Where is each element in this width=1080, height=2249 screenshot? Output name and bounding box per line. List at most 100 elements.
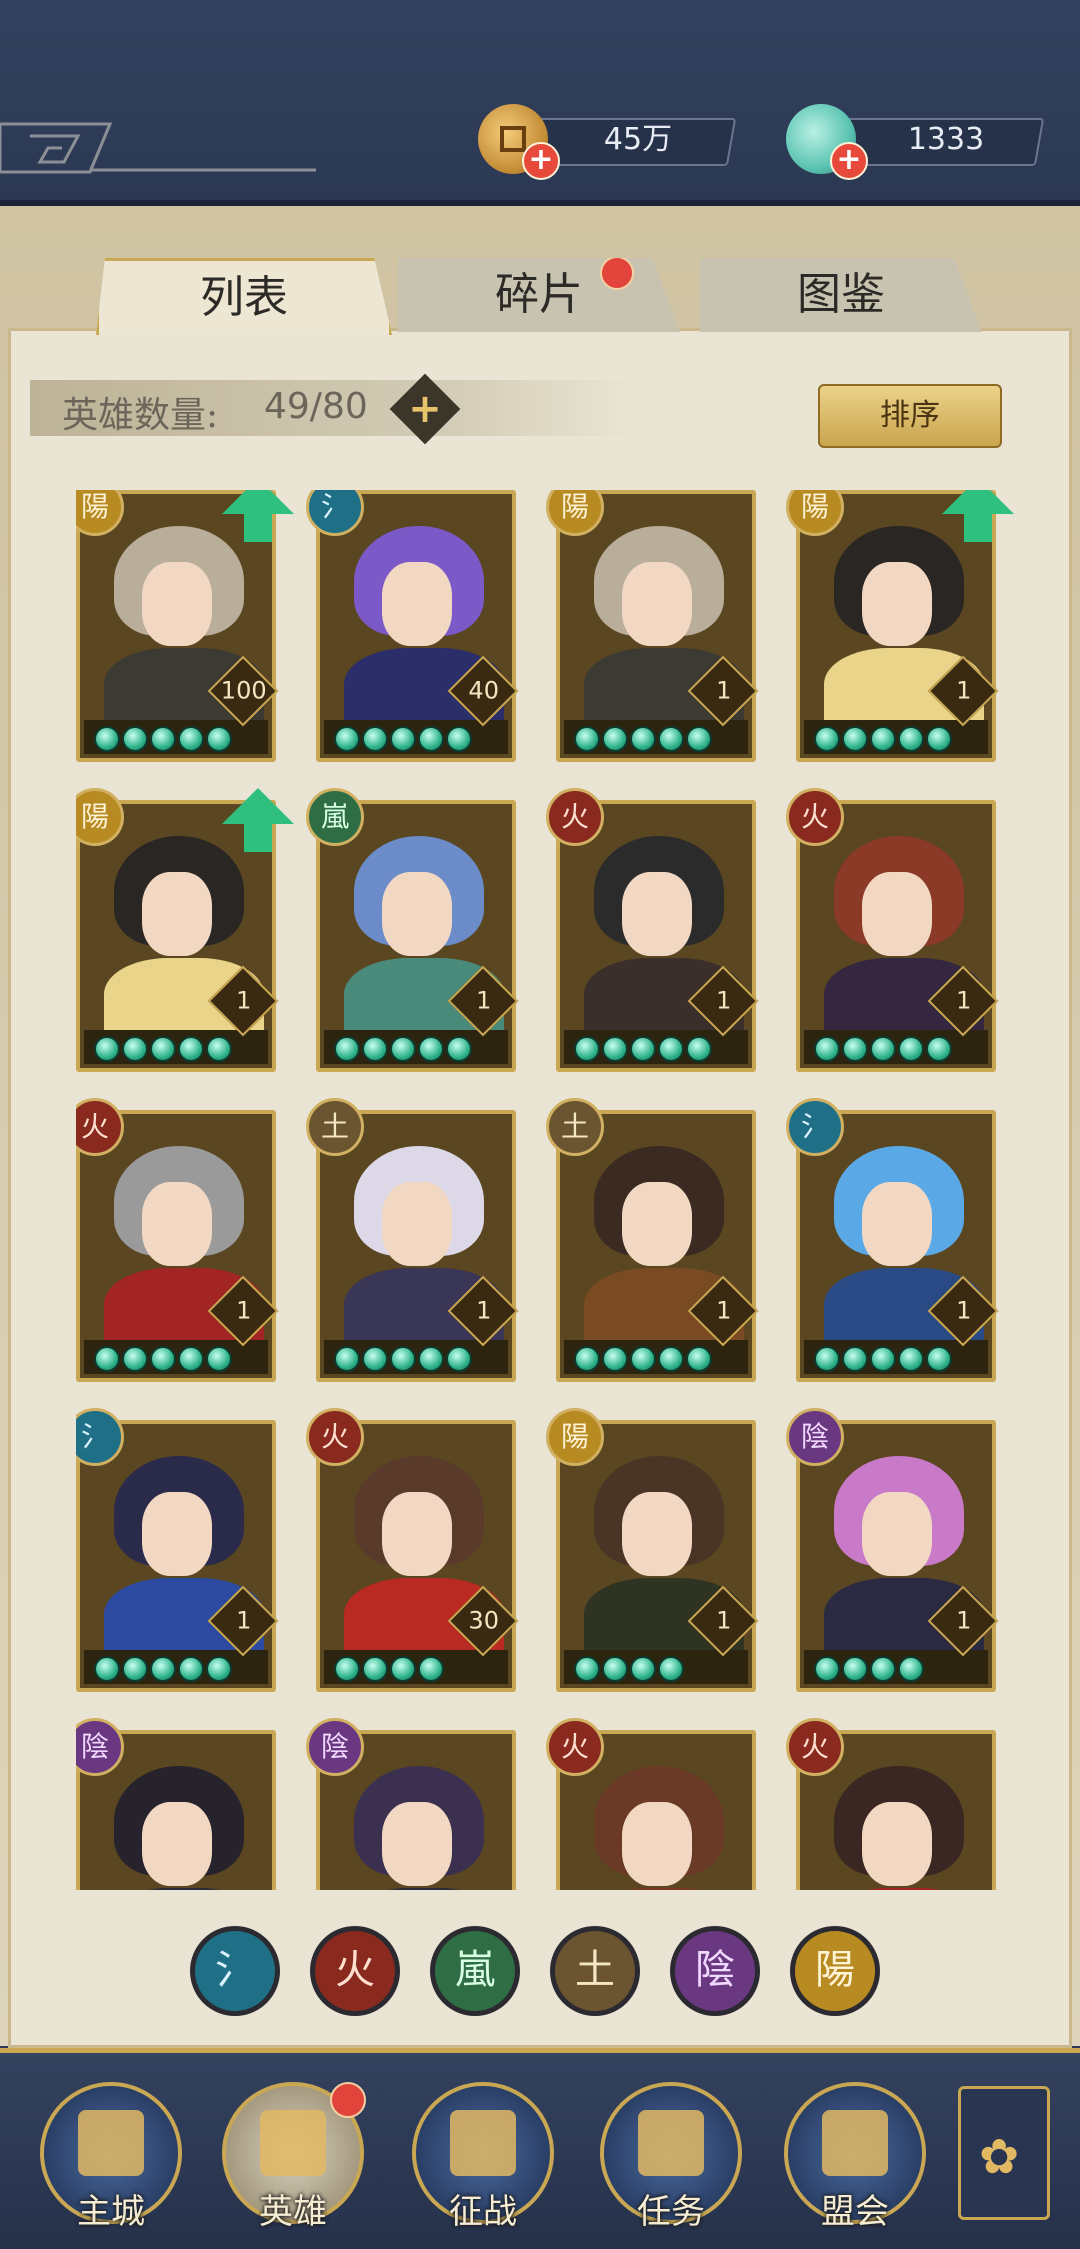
element-filter-button[interactable]: 氵 [190,1926,280,2016]
tab-list-label: 列表 [200,272,288,323]
star-row [94,726,232,752]
star-gem-icon [686,1036,712,1062]
sort-button[interactable]: 排序 [818,384,1002,448]
star-gem-icon [630,1656,656,1682]
star-row [574,726,712,752]
quest-icon [638,2110,704,2176]
star-gem-icon [898,1036,924,1062]
star-row [94,1346,232,1372]
nav-label: 征战 [449,2192,517,2232]
element-filter-button[interactable]: 陽 [790,1926,880,2016]
element-filter-button[interactable]: 陰 [670,1926,760,2016]
hero-card[interactable]: 1氵 [786,1098,999,1382]
star-row [574,1036,712,1062]
hero-card[interactable]: 火 [546,1718,756,1890]
nav-label: 英雄 [259,2192,327,2232]
star-gem-icon [630,1346,656,1372]
hero-card[interactable]: 1火 [546,788,759,1072]
hero-card[interactable]: 1氵 [76,1408,279,1692]
hero-card[interactable]: 火 [786,1718,996,1890]
add-coin-button[interactable]: + [522,142,560,180]
element-filter-button[interactable]: 土 [550,1926,640,2016]
upgrade-arrow-icon [222,490,294,542]
tab-codex-label: 图鉴 [797,269,885,320]
menu-deco-icon [0,122,316,174]
star-row [334,726,472,752]
star-row [334,1036,472,1062]
add-shell-button[interactable]: + [830,142,868,180]
star-gem-icon [94,726,120,752]
star-gem-icon [334,1656,360,1682]
hero-card[interactable]: 1陽 [786,490,1014,762]
star-gem-icon [602,1036,628,1062]
hero-card[interactable]: 1陰 [786,1408,999,1692]
element-badge-icon: 陽 [546,1408,604,1466]
hero-face [862,562,932,646]
hero-card[interactable]: 1火 [786,788,999,1072]
star-gem-icon [122,726,148,752]
star-gem-icon [334,726,360,752]
hero-face [142,1802,212,1886]
hero-card[interactable]: 1陽 [546,490,759,762]
element-badge-icon: 火 [786,1718,844,1776]
hero-card[interactable]: 100 陽 [76,490,294,762]
hero-card[interactable]: 1土 [546,1098,759,1382]
city-icon [78,2110,144,2176]
hero-card[interactable]: 陰 [76,1718,276,1890]
star-gem-icon [602,1656,628,1682]
hero-level: 40 [468,676,499,705]
hero-face [142,1182,212,1266]
element-badge-icon: 陰 [306,1718,364,1776]
element-filter-button[interactable]: 火 [310,1926,400,2016]
hero-face [862,1802,932,1886]
star-gem-icon [658,726,684,752]
star-gem-icon [390,1346,416,1372]
hero-card[interactable]: 1陽 [546,1408,759,1692]
hero-count-label: 英雄数量: [62,395,219,436]
star-gem-icon [446,726,472,752]
element-badge-icon: 土 [306,1098,364,1156]
more-menu-button[interactable]: ✿ [958,2086,1050,2220]
star-gem-icon [122,1656,148,1682]
element-filter-button[interactable]: 嵐 [430,1926,520,2016]
hero-level: 1 [716,986,732,1015]
hero-face [382,1802,452,1886]
star-gem-icon [658,1656,684,1682]
hero-face [862,872,932,956]
star-gem-icon [178,1656,204,1682]
star-gem-icon [926,1346,952,1372]
hero-face [382,562,452,646]
nav-label: 盟会 [821,2192,889,2232]
star-gem-icon [94,1346,120,1372]
tab-fragments[interactable]: 碎片 [398,258,680,332]
tab-codex[interactable]: 图鉴 [700,258,982,332]
hero-card[interactable]: 30 火 [306,1408,519,1692]
hero-card[interactable]: 陰 [306,1718,516,1890]
star-gem-icon [94,1656,120,1682]
star-gem-icon [446,1036,472,1062]
hero-face [382,872,452,956]
hero-card[interactable]: 1火 [76,1098,279,1382]
nav-label: 主城 [77,2192,145,2232]
star-gem-icon [206,726,232,752]
hero-face [382,1182,452,1266]
expand-slots-button[interactable]: + [389,373,461,445]
element-badge-icon: 火 [546,788,604,846]
star-gem-icon [658,1346,684,1372]
tab-list[interactable]: 列表 [96,258,392,335]
hero-card[interactable]: 1陽 [76,788,294,1072]
hero-card[interactable]: 1嵐 [306,788,519,1072]
star-gem-icon [362,1656,388,1682]
element-badge-icon: 氵 [786,1098,844,1156]
hero-face [622,872,692,956]
hero-card[interactable]: 1土 [306,1098,519,1382]
star-gem-icon [814,1036,840,1062]
hero-card[interactable]: 40 氵 [306,490,519,762]
star-gem-icon [842,1346,868,1372]
star-gem-icon [334,1346,360,1372]
star-gem-icon [814,726,840,752]
hero-face [862,1492,932,1576]
element-badge-icon: 火 [306,1408,364,1466]
star-gem-icon [686,726,712,752]
hero-level: 1 [956,986,972,1015]
